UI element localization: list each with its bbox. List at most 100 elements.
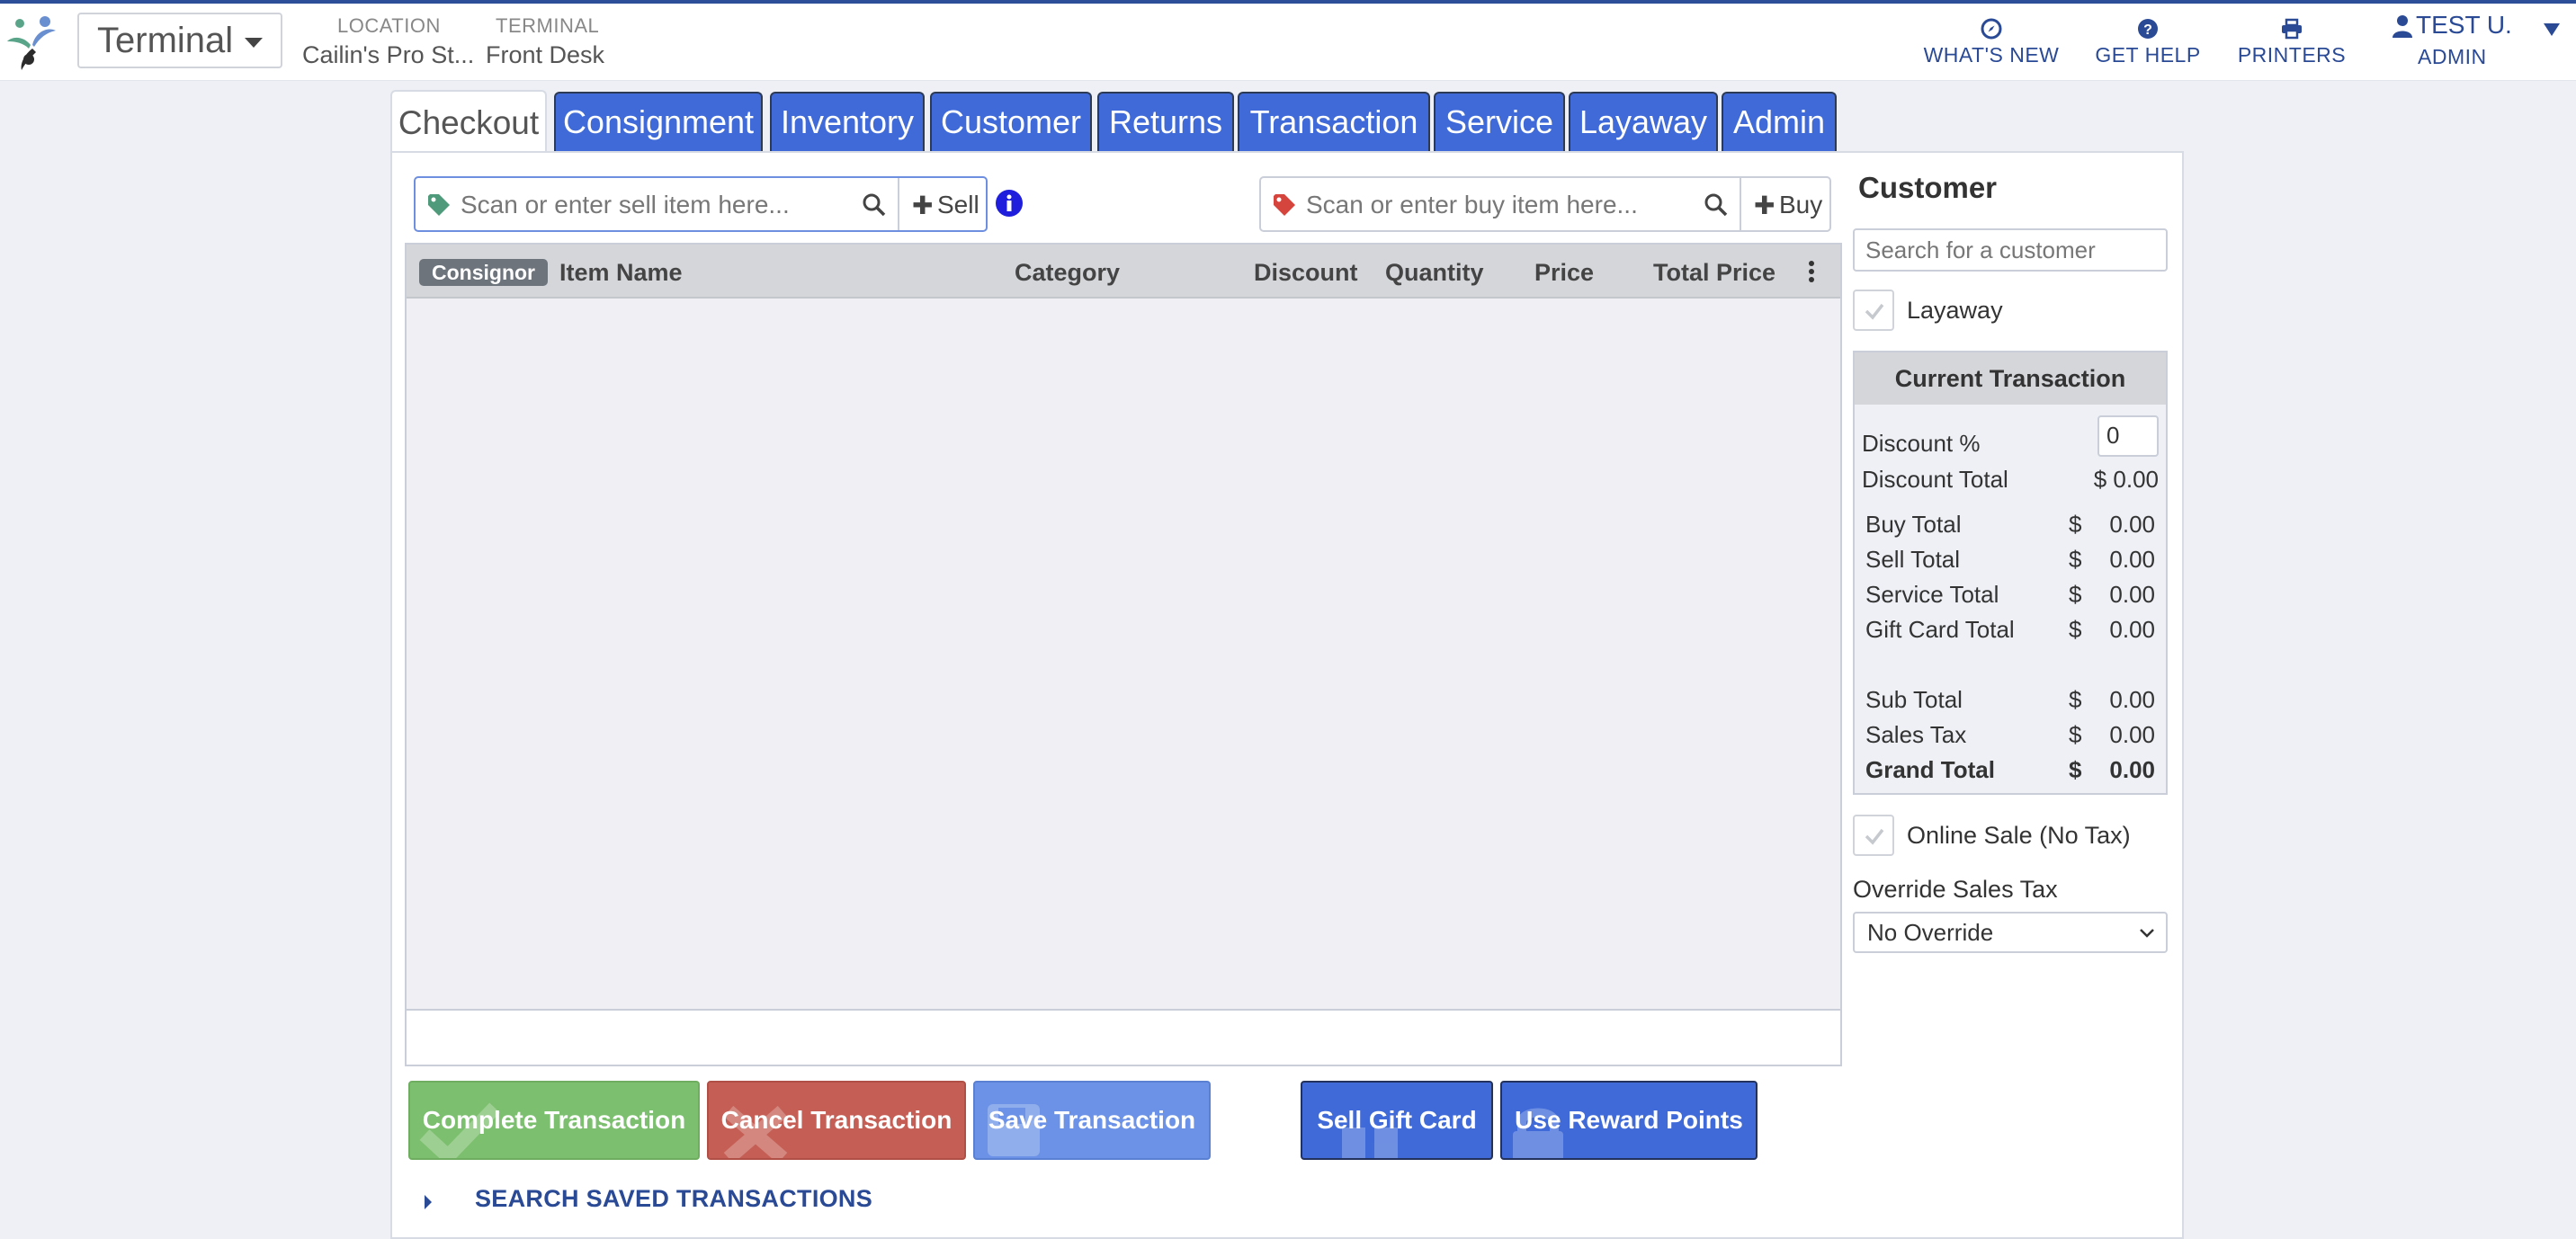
sell-gift-card-button[interactable]: Sell Gift Card [1301,1081,1493,1160]
app-logo-icon [7,16,56,70]
sales-tax-value: 0.00 [2109,721,2155,748]
override-sales-tax-label: Override Sales Tax [1853,876,2058,903]
discount-percent-input[interactable]: 0 [2097,415,2159,457]
grid-header: Consignor Item Name Category Discount Qu… [407,245,1840,299]
layaway-label: Layaway [1907,297,2003,324]
tab-service[interactable]: Service [1434,92,1565,151]
use-reward-points-button[interactable]: Use Reward Points [1500,1081,1758,1160]
tag-icon [428,194,450,216]
search-icon[interactable] [1704,192,1729,218]
sub-total-value: 0.00 [2109,686,2155,713]
column-item-name[interactable]: Item Name [559,259,683,287]
save-transaction-button[interactable]: Save Transaction [973,1081,1211,1160]
column-consignor[interactable]: Consignor [419,259,548,286]
tab-inventory[interactable]: Inventory [770,92,925,151]
currency-symbol: $ [2069,581,2082,608]
location-label: LOCATION [337,14,441,37]
get-help-label: GET HELP [2095,43,2201,67]
tag-icon [1274,194,1295,216]
user-role: ADMIN [2418,45,2487,68]
search-icon[interactable] [862,192,887,218]
user-name: TEST U. [2416,11,2512,39]
kebab-menu-icon[interactable] [1806,259,1817,284]
tab-consignment[interactable]: Consignment [554,92,763,151]
discount-total-value: $ 0.00 [2093,466,2159,493]
tab-customer[interactable]: Customer [930,92,1092,151]
currency-symbol: $ [2069,721,2082,748]
currency-symbol: $ [2069,686,2082,713]
plus-icon: ✚ [1754,192,1775,219]
question-circle-icon: ? [2138,19,2158,39]
column-discount[interactable]: Discount [1254,259,1358,287]
column-category[interactable]: Category [1015,259,1120,287]
printers-link[interactable]: PRINTERS [2231,18,2353,67]
sell-gift-card-label: Sell Gift Card [1317,1106,1477,1134]
sell-scan-box: Scan or enter sell item here... ✚ Sell [414,176,988,232]
tab-transaction[interactable]: Transaction [1238,92,1430,151]
complete-transaction-label: Complete Transaction [422,1106,686,1134]
buy-total-value: 0.00 [2109,511,2155,538]
column-quantity[interactable]: Quantity [1385,259,1484,287]
sell-total-label: Sell Total [1865,546,1961,573]
currency-symbol: $ [2069,546,2082,573]
terminal-select[interactable]: Terminal [77,13,282,68]
tab-checkout[interactable]: Checkout [390,90,547,155]
service-total-label: Service Total [1865,581,1999,608]
current-transaction-title: Current Transaction [1855,352,2166,405]
check-icon [1865,303,1884,320]
customer-search-input[interactable]: Search for a customer [1853,228,2168,272]
currency-symbol: $ [2069,511,2082,538]
column-total-price[interactable]: Total Price [1653,259,1775,287]
layaway-checkbox[interactable] [1853,290,1894,331]
user-menu[interactable]: TEST U. ADMIN [2389,11,2576,74]
buy-button[interactable]: ✚ Buy [1741,178,1829,230]
online-sale-label: Online Sale (No Tax) [1907,822,2131,849]
customer-title: Customer [1858,171,1998,204]
discount-total-label: Discount Total [1862,466,2008,493]
cancel-transaction-label: Cancel Transaction [720,1106,953,1134]
online-sale-checkbox[interactable] [1853,815,1894,856]
cancel-transaction-button[interactable]: Cancel Transaction [707,1081,966,1160]
buy-button-label: Buy [1779,191,1823,218]
search-saved-transactions-link[interactable]: SEARCH SAVED TRANSACTIONS [475,1185,872,1213]
discount-percent-label: Discount % [1862,430,1981,457]
chevron-down-icon [2140,929,2154,938]
sell-scan-input[interactable]: Scan or enter sell item here... [461,191,790,219]
sell-total-value: 0.00 [2109,546,2155,573]
tab-returns[interactable]: Returns [1097,92,1234,151]
grand-total-value: 0.00 [2109,756,2155,783]
currency-symbol: $ [2069,616,2082,643]
sub-total-label: Sub Total [1865,686,1963,713]
printers-label: PRINTERS [2237,43,2347,67]
whats-new-link[interactable]: WHAT'S NEW [1919,18,2063,67]
caret-down-icon [2544,23,2560,36]
chevron-down-icon [245,38,263,48]
sell-button-label: Sell [937,191,979,218]
override-sales-tax-select[interactable]: No Override [1853,912,2168,953]
grand-total-label: Grand Total [1865,756,1995,783]
terminal-value[interactable]: Front Desk [486,41,604,69]
gift-card-total-value: 0.00 [2109,616,2155,643]
complete-transaction-button[interactable]: Complete Transaction [408,1081,700,1160]
location-value[interactable]: Cailin's Pro St... [302,41,474,69]
sales-tax-label: Sales Tax [1865,721,1967,748]
svg-text:?: ? [2143,22,2152,38]
items-grid: Consignor Item Name Category Discount Qu… [405,243,1842,1066]
currency-symbol: $ [2069,756,2082,783]
buy-scan-input[interactable]: Scan or enter buy item here... [1306,191,1638,219]
column-price[interactable]: Price [1534,259,1594,287]
tab-layaway[interactable]: Layaway [1569,92,1718,151]
tab-admin[interactable]: Admin [1722,92,1837,151]
caret-right-icon[interactable] [423,1192,434,1212]
save-transaction-label: Save Transaction [988,1106,1196,1134]
gift-card-total-label: Gift Card Total [1865,616,2015,643]
plus-icon: ✚ [912,192,934,219]
use-reward-points-label: Use Reward Points [1515,1106,1743,1134]
printer-icon [2282,18,2302,40]
service-total-value: 0.00 [2109,581,2155,608]
grid-footer [407,1009,1840,1065]
get-help-link[interactable]: ? GET HELP [2087,18,2209,67]
info-icon[interactable] [995,189,1024,218]
buy-total-label: Buy Total [1865,511,1962,538]
sell-button[interactable]: ✚ Sell [899,178,986,230]
